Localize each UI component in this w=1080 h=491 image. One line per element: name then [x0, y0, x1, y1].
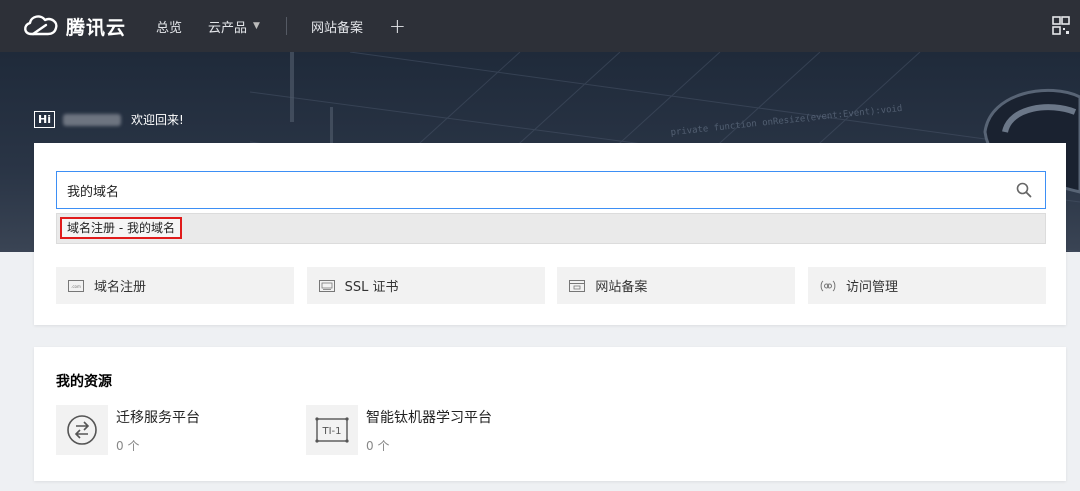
domain-icon: .com	[68, 279, 84, 292]
svg-text:.com: .com	[71, 284, 81, 289]
quick-links: .com 域名注册 SSL 证书 网站备案 访问管理	[56, 267, 1046, 304]
quick-link-label: SSL 证书	[344, 280, 399, 295]
nav-filing-label: 网站备案	[310, 20, 363, 36]
resources-card: 我的资源 迁移服务平台 0 个 TI-1 智能钛机器学习平台 0 个	[34, 347, 1066, 481]
resource-item-migrate[interactable]: 迁移服务平台 0 个	[56, 405, 200, 455]
top-nav: 总览 云产品 ▼ 网站备案 +	[156, 16, 406, 36]
quick-link-domain[interactable]: .com 域名注册	[56, 267, 294, 304]
top-navbar: 腾讯云 总览 云产品 ▼ 网站备案 +	[0, 0, 1080, 52]
quick-link-label: 域名注册	[94, 280, 147, 295]
search-input[interactable]	[57, 182, 1009, 198]
qrcode-icon[interactable]	[1052, 16, 1070, 36]
welcome-text: 欢迎回来!	[130, 113, 184, 127]
hi-badge: Hi	[34, 111, 55, 128]
nav-overview[interactable]: 总览	[156, 17, 182, 36]
brand-logo[interactable]: 腾讯云	[20, 13, 126, 40]
cloud-logo-icon	[24, 15, 58, 36]
filing-icon	[569, 279, 586, 292]
quick-link-label: 访问管理	[845, 280, 898, 295]
resource-count: 0 个	[366, 439, 390, 453]
resource-name: 智能钛机器学习平台	[366, 410, 492, 426]
search-suggestion-dropdown: 域名注册 - 我的域名	[56, 213, 1046, 244]
quick-link-label: 网站备案	[595, 280, 648, 295]
migrate-icon	[56, 405, 108, 455]
ssl-icon	[318, 279, 335, 292]
welcome-greeting: Hi 欢迎回来!	[34, 111, 184, 128]
ti-icon: TI-1	[306, 405, 358, 455]
chevron-down-icon: ▼	[253, 21, 260, 31]
nav-products[interactable]: 云产品 ▼	[208, 17, 260, 36]
resource-item-ti[interactable]: TI-1 智能钛机器学习平台 0 个	[306, 405, 492, 455]
brand-name: 腾讯云	[66, 16, 127, 39]
resources-title: 我的资源	[56, 374, 112, 390]
resource-name: 迁移服务平台	[116, 410, 200, 426]
search-box	[56, 171, 1046, 209]
nav-divider	[285, 17, 287, 35]
quick-link-access[interactable]: 访问管理	[807, 267, 1046, 304]
nav-products-label: 云产品	[208, 20, 248, 36]
svg-text:TI-1: TI-1	[321, 426, 341, 437]
nav-filing[interactable]: 网站备案	[311, 17, 363, 36]
resource-count: 0 个	[116, 439, 140, 453]
nav-overview-label: 总览	[156, 20, 183, 36]
search-card: 域名注册 - 我的域名 .com 域名注册 SSL 证书 网站备案 访问管理	[34, 143, 1066, 325]
quick-link-filing[interactable]: 网站备案	[557, 267, 796, 304]
quick-link-ssl[interactable]: SSL 证书	[306, 267, 545, 304]
access-icon	[820, 280, 836, 291]
add-shortcut-button[interactable]: +	[389, 16, 406, 36]
username-blurred	[62, 113, 121, 126]
suggestion-item[interactable]: 域名注册 - 我的域名	[60, 217, 182, 239]
search-icon[interactable]	[1009, 175, 1039, 205]
